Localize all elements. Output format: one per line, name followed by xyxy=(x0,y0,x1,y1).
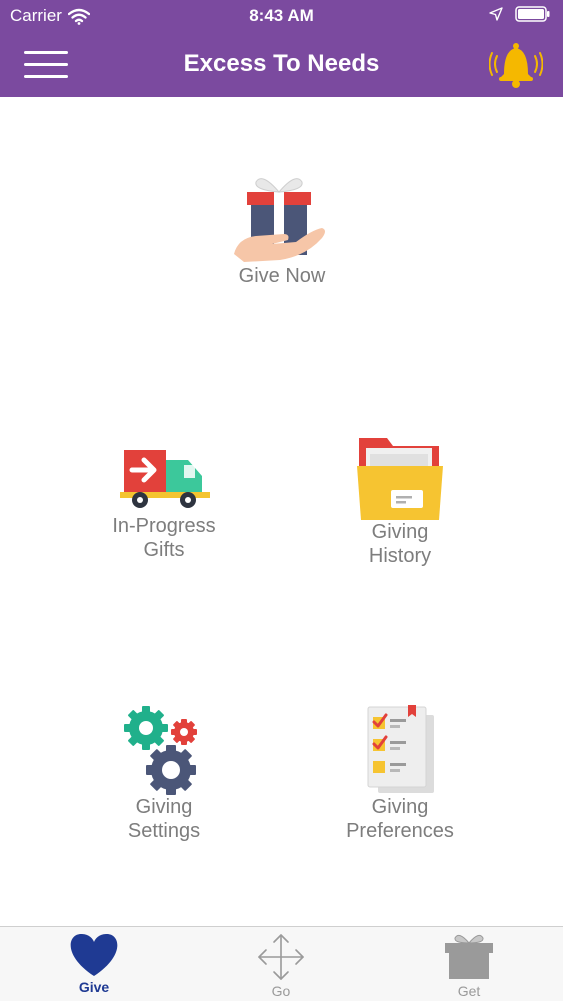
navigation-bar: Excess To Needs xyxy=(0,32,563,97)
heart-icon xyxy=(70,933,118,976)
delivery-truck-icon xyxy=(120,450,210,508)
checklist-icon xyxy=(367,705,434,793)
move-arrows-icon xyxy=(258,934,304,980)
gift-in-hand-icon xyxy=(234,178,325,262)
tab-go[interactable]: Go xyxy=(221,927,341,1001)
tab-get-label: Get xyxy=(457,983,481,999)
folder-icon xyxy=(357,438,443,520)
giving-settings-label: Giving Settings xyxy=(127,796,201,842)
tab-go-label: Go xyxy=(271,983,291,999)
in-progress-gifts-label: In-Progress Gifts xyxy=(112,515,216,561)
in-progress-gifts-tile[interactable]: In-Progress Gifts xyxy=(44,438,284,562)
location-arrow-icon xyxy=(489,7,503,21)
notifications-button[interactable] xyxy=(488,38,544,92)
give-now-label: Give Now xyxy=(238,265,326,287)
giving-history-label: Giving History xyxy=(368,521,432,567)
give-now-tile[interactable]: Give Now xyxy=(162,172,402,288)
tab-get[interactable]: Get xyxy=(409,927,529,1001)
gift-box-icon xyxy=(445,934,493,979)
giving-settings-tile[interactable]: Giving Settings xyxy=(44,705,284,843)
tab-bar: Give Go Get xyxy=(0,926,563,1001)
page-title: Excess To Needs xyxy=(183,50,380,77)
status-time: 8:43 AM xyxy=(249,6,314,25)
tab-give[interactable]: Give xyxy=(34,927,154,1001)
giving-preferences-label: Giving Preferences xyxy=(346,796,454,842)
bell-ringing-icon xyxy=(488,43,544,88)
app-header: Carrier 8:43 AM Excess To Needs xyxy=(0,0,563,97)
status-bar: Carrier 8:43 AM xyxy=(0,0,563,32)
tab-give-label: Give xyxy=(78,979,110,995)
giving-history-tile[interactable]: Giving History xyxy=(280,436,520,568)
gears-icon xyxy=(124,706,197,795)
giving-preferences-tile[interactable]: Giving Preferences xyxy=(280,705,520,843)
battery-icon xyxy=(515,6,550,22)
